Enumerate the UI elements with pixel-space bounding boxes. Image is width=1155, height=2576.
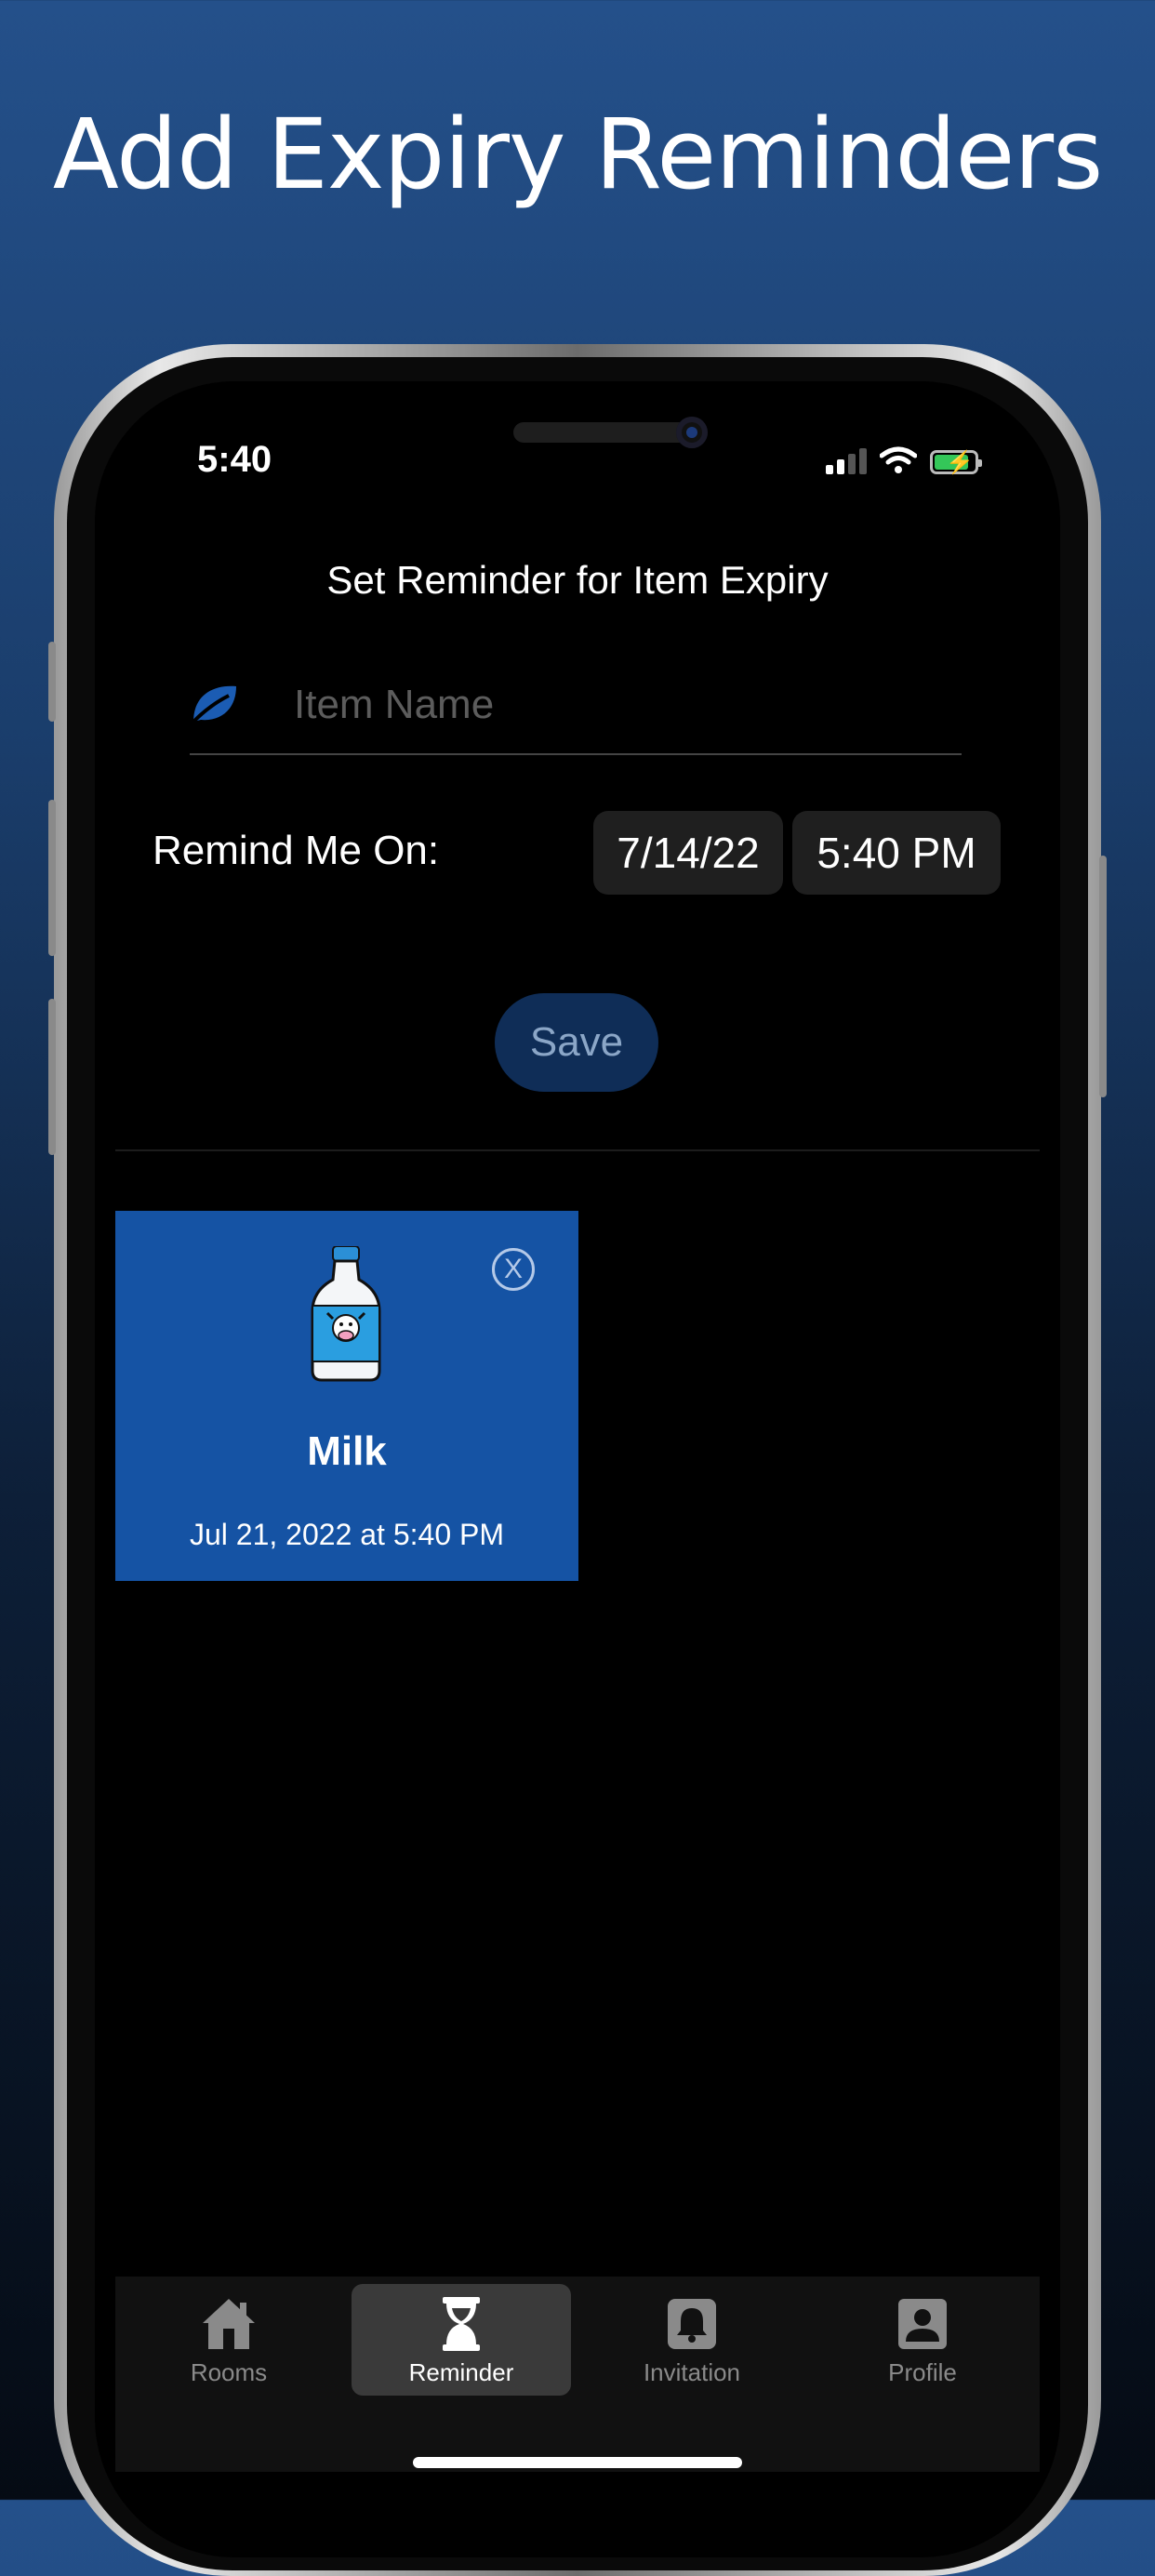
- tab-reminder[interactable]: Reminder: [352, 2284, 571, 2396]
- tab-rooms[interactable]: Rooms: [119, 2284, 339, 2396]
- save-button[interactable]: Save: [495, 993, 658, 1092]
- time-picker[interactable]: 5:40 PM: [792, 811, 1001, 895]
- phone-screen: 5:40 ⚡ Set Reminder for Item Expiry Remi…: [95, 381, 1060, 2557]
- section-divider: [115, 1149, 1040, 1151]
- reminder-card[interactable]: X Milk Jul 21, 2022 at 5:40 PM: [115, 1211, 578, 1581]
- reminder-item-name: Milk: [307, 1428, 387, 1474]
- earpiece-speaker: [513, 422, 690, 443]
- bell-icon: [668, 2299, 716, 2349]
- house-icon: [203, 2299, 255, 2349]
- status-time: 5:40: [197, 439, 272, 480]
- tab-invitation[interactable]: Invitation: [582, 2284, 802, 2396]
- person-badge-icon: [898, 2299, 947, 2349]
- tab-invitation-label: Invitation: [643, 2358, 741, 2386]
- hourglass-icon: [443, 2297, 480, 2351]
- home-indicator[interactable]: [413, 2457, 742, 2468]
- tab-rooms-label: Rooms: [190, 2358, 268, 2386]
- volume-down-button: [48, 999, 56, 1155]
- screen-title: Set Reminder for Item Expiry: [326, 558, 829, 602]
- tab-bar: Rooms Reminder Invitation Profile: [115, 2277, 1040, 2472]
- remind-me-on-label: Remind Me On:: [153, 828, 440, 873]
- leaf-icon: [192, 685, 236, 724]
- promo-headline: Add Expiry Reminders: [52, 98, 1104, 211]
- cellular-signal-icon: [826, 448, 867, 474]
- mute-switch: [48, 642, 56, 722]
- power-button: [1099, 856, 1107, 1097]
- reminder-datetime: Jul 21, 2022 at 5:40 PM: [190, 1518, 504, 1551]
- item-name-field: [190, 660, 962, 755]
- delete-reminder-button[interactable]: X: [492, 1248, 535, 1291]
- tab-reminder-label: Reminder: [408, 2358, 514, 2386]
- volume-up-button: [48, 800, 56, 956]
- front-camera: [676, 417, 708, 448]
- battery-charging-icon: ⚡: [930, 450, 982, 475]
- milk-bottle-icon: [311, 1246, 381, 1382]
- status-icons: ⚡: [826, 446, 982, 475]
- date-picker[interactable]: 7/14/22: [593, 811, 783, 895]
- item-name-input[interactable]: [292, 671, 947, 738]
- wifi-icon: [880, 446, 917, 473]
- tab-profile-label: Profile: [888, 2358, 957, 2386]
- tab-profile[interactable]: Profile: [813, 2284, 1032, 2396]
